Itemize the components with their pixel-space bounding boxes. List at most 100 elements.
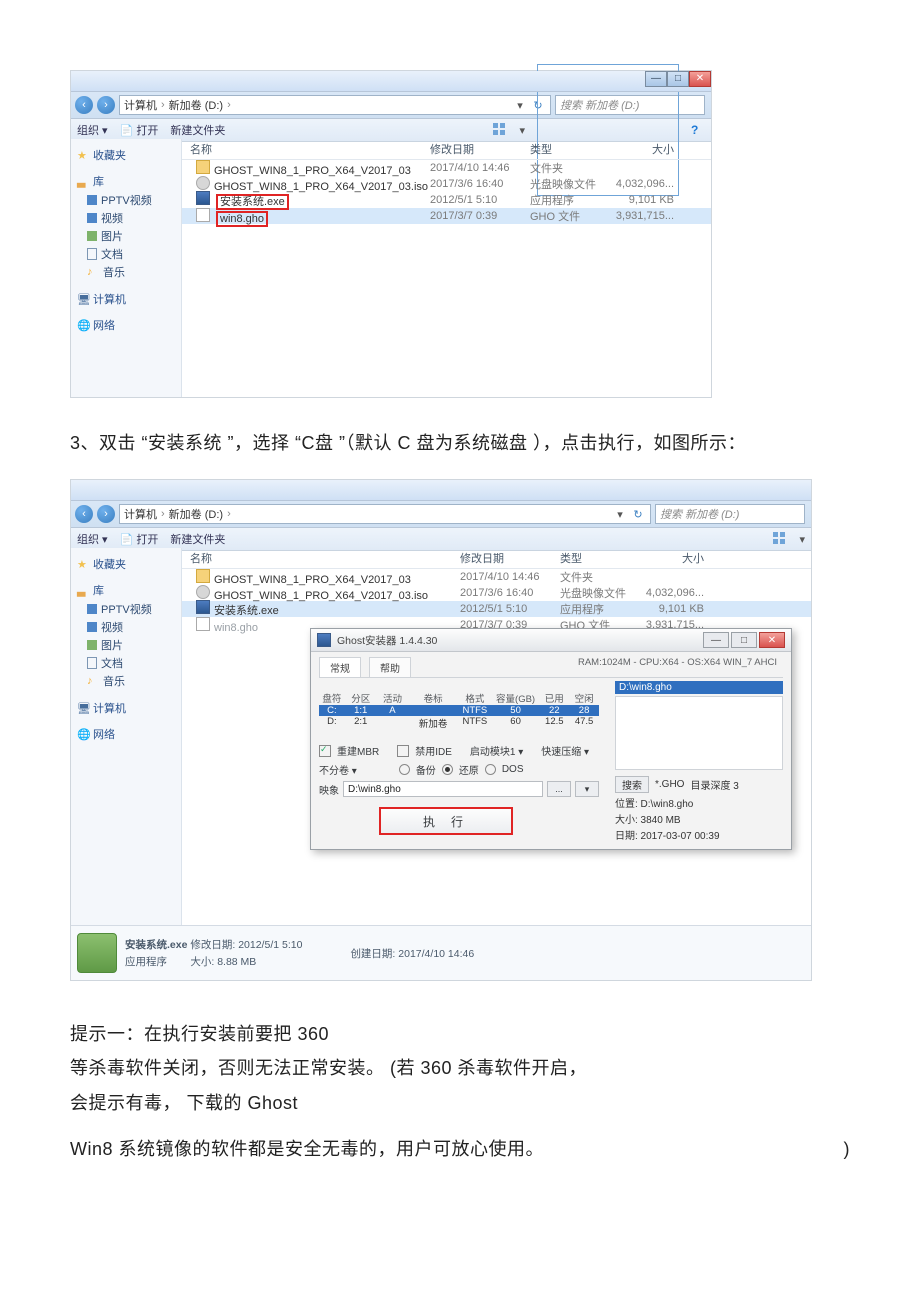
- col-name[interactable]: 名称: [182, 550, 460, 566]
- breadcrumb[interactable]: 计算机 › 新加卷 (D:) › ▾ ↻: [119, 95, 551, 115]
- sidebar-pptv[interactable]: PPTV视频: [77, 191, 175, 209]
- file-row[interactable]: GHOST_WIN8_1_PRO_X64_V2017_03 2017/4/10 …: [182, 160, 711, 176]
- rebuild-mbr-checkbox[interactable]: [319, 745, 331, 757]
- cell: NTFS: [458, 705, 492, 716]
- toolbar-organize[interactable]: 组织 ▾: [77, 531, 108, 547]
- col-date[interactable]: 修改日期: [460, 550, 560, 566]
- partition-row-c[interactable]: C: 1:1 A NTFS 50 22 28: [319, 705, 599, 716]
- breadcrumb-root[interactable]: 计算机: [124, 506, 157, 522]
- breadcrumb-drive[interactable]: 新加卷 (D:): [169, 97, 223, 113]
- sidebar-pictures[interactable]: 图片: [77, 227, 175, 245]
- tab-help[interactable]: 帮助: [369, 657, 411, 677]
- col-type[interactable]: 类型: [560, 550, 638, 566]
- sidebar-videos[interactable]: 视频: [77, 209, 175, 227]
- split-dropdown[interactable]: 不分卷 ▾: [319, 762, 357, 777]
- col-type[interactable]: 类型: [530, 141, 608, 157]
- help-icon[interactable]: ?: [691, 123, 705, 137]
- chevron-down-icon[interactable]: ▾: [514, 99, 526, 112]
- sidebar-music[interactable]: ♪音乐: [77, 263, 175, 281]
- chevron-down-icon[interactable]: ▾: [799, 533, 805, 546]
- nav-forward-button[interactable]: ›: [97, 505, 115, 523]
- boot-module-dropdown[interactable]: 启动模块1 ▾: [470, 743, 523, 758]
- restore-radio[interactable]: [442, 764, 453, 775]
- breadcrumb[interactable]: 计算机 › 新加卷 (D:) › ▾ ↻: [119, 504, 651, 524]
- step-3-text: 3、双击 “安装系统 ”，选择 “C盘 ”（默认 C 盘为系统磁盘 ），点击执行…: [70, 422, 850, 465]
- search-gho-button[interactable]: 搜索: [615, 776, 649, 793]
- file-name: 安装系统.exe: [214, 605, 279, 617]
- toolbar-open[interactable]: 📄 打开: [120, 122, 159, 138]
- toolbar-organize[interactable]: 组织 ▾: [77, 122, 108, 138]
- sidebar-item-label: 收藏夹: [93, 556, 126, 572]
- details-created-label: 创建日期:: [350, 948, 395, 960]
- cell: C:: [319, 705, 345, 716]
- toolbar-open[interactable]: 📄 打开: [120, 531, 159, 547]
- column-headers[interactable]: 名称 修改日期 类型 大小: [182, 139, 711, 160]
- image-path-input[interactable]: D:\win8.gho: [343, 781, 543, 797]
- partition-row-d[interactable]: D: 2:1 新加卷 NTFS 60 12.5 47.5: [319, 716, 599, 730]
- chevron-right-icon: ›: [227, 99, 231, 111]
- window-max-button[interactable]: □: [667, 71, 689, 87]
- chevron-down-icon[interactable]: ▾: [519, 124, 525, 137]
- dialog-max-button[interactable]: □: [731, 632, 757, 648]
- selected-gho-path[interactable]: D:\win8.gho: [615, 681, 783, 694]
- dialog-titlebar[interactable]: Ghost安装器 1.4.4.30 — □ ✕: [311, 629, 791, 652]
- window-min-button[interactable]: —: [645, 71, 667, 87]
- nav-back-button[interactable]: ‹: [75, 505, 93, 523]
- nav-forward-button[interactable]: ›: [97, 96, 115, 114]
- details-moddate-label: 修改日期:: [190, 939, 235, 951]
- sidebar-libraries[interactable]: ▃库: [77, 173, 175, 189]
- file-row[interactable]: GHOST_WIN8_1_PRO_X64_V2017_03.iso 2017/3…: [182, 585, 811, 601]
- col-size[interactable]: 大小: [638, 550, 714, 566]
- sidebar-documents[interactable]: 文档: [77, 245, 175, 263]
- sidebar-documents[interactable]: 文档: [77, 654, 175, 672]
- file-date: 2012/5/1 5:10: [430, 194, 530, 206]
- browse-button[interactable]: ...: [547, 781, 571, 797]
- sidebar-videos[interactable]: 视频: [77, 618, 175, 636]
- file-row[interactable]: GHOST_WIN8_1_PRO_X64_V2017_03.iso 2017/3…: [182, 176, 711, 192]
- folder-icon: [196, 160, 210, 174]
- col-size[interactable]: 大小: [608, 141, 684, 157]
- backup-radio[interactable]: [399, 764, 410, 775]
- file-row[interactable]: GHOST_WIN8_1_PRO_X64_V2017_03 2017/4/10 …: [182, 569, 811, 585]
- sidebar-item-label: 视频: [101, 619, 123, 635]
- dos-radio[interactable]: [485, 764, 496, 775]
- dialog-min-button[interactable]: —: [703, 632, 729, 648]
- view-icons-icon[interactable]: [493, 123, 507, 137]
- fast-compress-dropdown[interactable]: 快速压缩 ▾: [541, 743, 589, 758]
- gho-listbox[interactable]: [615, 696, 783, 770]
- tab-normal[interactable]: 常规: [319, 657, 361, 677]
- file-row-gho[interactable]: win8.gho 2017/3/7 0:39 GHO 文件 3,931,715.…: [182, 208, 711, 224]
- search-input[interactable]: 搜索 新加卷 (D:): [655, 504, 805, 524]
- sidebar-favorites[interactable]: ★收藏夹: [77, 147, 175, 163]
- column-headers[interactable]: 名称 修改日期 类型 大小: [182, 548, 811, 569]
- chevron-down-icon[interactable]: ▾: [614, 508, 626, 521]
- col-date[interactable]: 修改日期: [430, 141, 530, 157]
- sidebar-computer[interactable]: 🖥计算机: [77, 700, 175, 716]
- refresh-icon[interactable]: ↻: [630, 508, 646, 521]
- execute-button[interactable]: 执行: [379, 807, 513, 835]
- file-row-installer[interactable]: 安装系统.exe 2012/5/1 5:10 应用程序 9,101 KB: [182, 601, 811, 617]
- sidebar-libraries[interactable]: ▃库: [77, 582, 175, 598]
- sidebar-network[interactable]: 🌐网络: [77, 317, 175, 333]
- sidebar-favorites[interactable]: ★收藏夹: [77, 556, 175, 572]
- breadcrumb-drive[interactable]: 新加卷 (D:): [169, 506, 223, 522]
- address-row: ‹ › 计算机 › 新加卷 (D:) › ▾ ↻ 搜索 新加卷 (D:): [71, 501, 811, 528]
- file-row-installer[interactable]: 安装系统.exe 2012/5/1 5:10 应用程序 9,101 KB: [182, 192, 711, 208]
- col-name[interactable]: 名称: [182, 141, 430, 157]
- view-icons-icon[interactable]: [773, 532, 787, 546]
- toolbar-newfolder[interactable]: 新建文件夹: [170, 122, 225, 138]
- cell: 28: [569, 705, 599, 716]
- window-close-button[interactable]: ✕: [689, 71, 711, 87]
- breadcrumb-root[interactable]: 计算机: [124, 97, 157, 113]
- dropdown-button[interactable]: ▾: [575, 781, 599, 797]
- nav-back-button[interactable]: ‹: [75, 96, 93, 114]
- disable-ide-checkbox[interactable]: [397, 745, 409, 757]
- sidebar-pptv[interactable]: PPTV视频: [77, 600, 175, 618]
- sidebar-music[interactable]: ♪音乐: [77, 672, 175, 690]
- tip-line-1: 提示一：在执行安装前要把 360: [70, 1017, 850, 1051]
- sidebar-network[interactable]: 🌐网络: [77, 726, 175, 742]
- dialog-close-button[interactable]: ✕: [759, 632, 785, 648]
- toolbar-newfolder[interactable]: 新建文件夹: [170, 531, 225, 547]
- sidebar-computer[interactable]: 🖥计算机: [77, 291, 175, 307]
- sidebar-pictures[interactable]: 图片: [77, 636, 175, 654]
